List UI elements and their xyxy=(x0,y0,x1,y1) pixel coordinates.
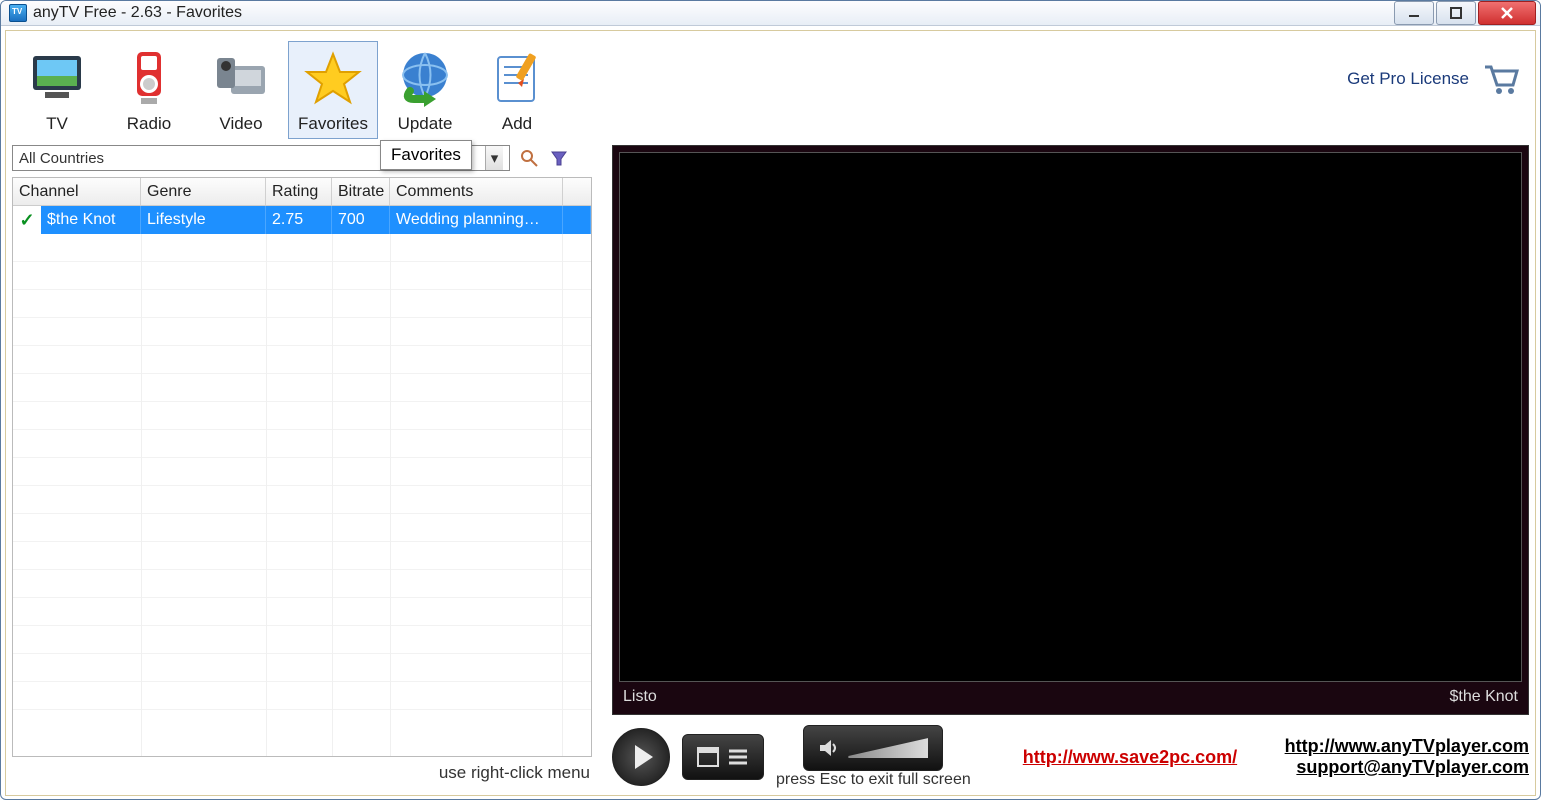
video-icon xyxy=(209,46,273,110)
star-icon xyxy=(301,46,365,110)
support-link[interactable]: support@anyTVplayer.com xyxy=(1285,757,1529,778)
col-rating[interactable]: Rating xyxy=(266,178,332,205)
site-link[interactable]: http://www.anyTVplayer.com xyxy=(1285,736,1529,757)
app-window: anyTV Free - 2.63 - Favorites TV Radi xyxy=(0,0,1541,800)
col-channel[interactable]: Channel xyxy=(13,178,141,205)
country-value: All Countries xyxy=(19,150,104,167)
col-extra xyxy=(563,178,591,205)
window-icon xyxy=(697,747,719,767)
context-menu-hint: use right-click menu xyxy=(12,757,592,789)
globe-refresh-icon xyxy=(393,46,457,110)
radio-icon xyxy=(117,46,181,110)
search-icon[interactable] xyxy=(518,147,540,169)
esc-hint: press Esc to exit full screen xyxy=(776,771,971,789)
main-toolbar: TV Radio Video Favorites xyxy=(12,37,1529,145)
tooltip: Favorites xyxy=(380,140,472,170)
cell-channel: $the Knot xyxy=(41,206,141,234)
cell-genre: Lifestyle xyxy=(141,206,266,234)
list-icon xyxy=(727,747,749,767)
table-row[interactable]: ✓ $the Knot Lifestyle 2.75 700 Wedding p… xyxy=(13,206,591,234)
get-pro-link[interactable]: Get Pro License xyxy=(1347,69,1469,89)
close-button[interactable] xyxy=(1478,1,1536,25)
player-controls: press Esc to exit full screen http://www… xyxy=(612,715,1529,789)
cell-comments: Wedding planning… xyxy=(390,206,563,234)
cell-rating: 2.75 xyxy=(266,206,332,234)
maximize-button[interactable] xyxy=(1436,1,1476,25)
toolbar-item-radio[interactable]: Radio xyxy=(104,41,194,139)
filter-icon[interactable] xyxy=(548,147,570,169)
video-screen[interactable] xyxy=(619,152,1522,682)
table-body[interactable]: ✓ $the Knot Lifestyle 2.75 700 Wedding p… xyxy=(13,206,591,756)
app-icon xyxy=(9,4,27,22)
play-button[interactable] xyxy=(612,728,670,786)
toolbar-item-tv[interactable]: TV xyxy=(12,41,102,139)
player-status-right: $the Knot xyxy=(1450,688,1519,706)
check-icon: ✓ xyxy=(13,210,41,231)
toolbar-label: TV xyxy=(17,114,97,134)
player-status-left: Listo xyxy=(623,688,657,706)
channel-table: Channel Genre Rating Bitrate Comments ✓ … xyxy=(12,177,592,757)
toolbar-item-add[interactable]: Add xyxy=(472,41,562,139)
toolbar-item-video[interactable]: Video xyxy=(196,41,286,139)
window-title: anyTV Free - 2.63 - Favorites xyxy=(33,4,242,22)
toolbar-label: Add xyxy=(477,114,557,134)
speaker-icon xyxy=(818,738,840,758)
toolbar-label: Radio xyxy=(109,114,189,134)
toolbar-label: Favorites xyxy=(293,114,373,134)
volume-slider[interactable] xyxy=(848,738,928,758)
fullscreen-list-button[interactable] xyxy=(682,734,764,780)
toolbar-label: Video xyxy=(201,114,281,134)
channel-list-pane: All Countries ▾ Channel Genre Rating xyxy=(12,145,592,789)
tv-icon xyxy=(25,46,89,110)
minimize-button[interactable] xyxy=(1394,1,1434,25)
col-genre[interactable]: Genre xyxy=(141,178,266,205)
content-area: TV Radio Video Favorites xyxy=(5,30,1536,796)
toolbar-item-update[interactable]: Update xyxy=(380,41,470,139)
play-icon xyxy=(635,745,653,769)
col-comments[interactable]: Comments xyxy=(390,178,563,205)
volume-control[interactable] xyxy=(803,725,943,771)
titlebar[interactable]: anyTV Free - 2.63 - Favorites xyxy=(1,1,1540,26)
toolbar-item-favorites[interactable]: Favorites xyxy=(288,41,378,139)
add-document-icon xyxy=(485,46,549,110)
cell-bitrate: 700 xyxy=(332,206,390,234)
table-header: Channel Genre Rating Bitrate Comments xyxy=(13,178,591,206)
chevron-down-icon[interactable]: ▾ xyxy=(485,146,503,170)
cart-icon[interactable] xyxy=(1481,61,1521,97)
promo-link[interactable]: http://www.save2pc.com/ xyxy=(1023,747,1237,768)
toolbar-label: Update xyxy=(385,114,465,134)
video-container: Listo $the Knot xyxy=(612,145,1529,715)
col-bitrate[interactable]: Bitrate xyxy=(332,178,390,205)
player-pane: Listo $the Knot xyxy=(612,145,1529,789)
